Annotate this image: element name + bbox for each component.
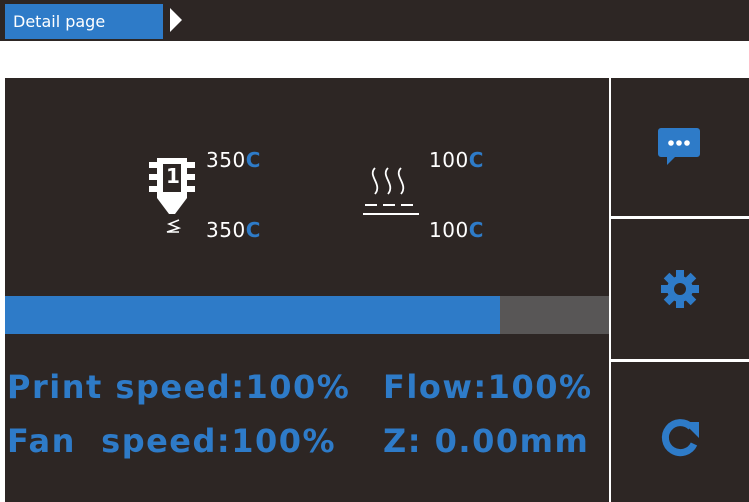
refresh-button[interactable] (611, 362, 749, 502)
fan-speed-label: Fan speed:100% (7, 422, 337, 460)
extruder-target-unit: C (245, 218, 261, 242)
extruder-number: 1 (166, 164, 180, 188)
bed-target-temp: 100C (429, 218, 484, 242)
extruder-target-temp: 350C (206, 218, 261, 242)
bed-current-unit: C (468, 148, 484, 172)
print-progress-fill (5, 296, 501, 334)
z-position-label: Z: 0.00mm (383, 422, 590, 460)
message-button[interactable] (611, 78, 749, 216)
extruder-target-value: 350 (206, 218, 246, 242)
gear-icon (661, 270, 699, 308)
extruder-current-unit: C (245, 148, 261, 172)
settings-button[interactable] (611, 219, 749, 359)
side-toolbar (611, 78, 749, 502)
bed-current-temp: 100C (429, 148, 484, 172)
bed-target-unit: C (468, 218, 484, 242)
print-speed-label: Print speed:100% (7, 368, 351, 406)
extruder-current-value: 350 (206, 148, 246, 172)
flow-label: Flow:100% (383, 368, 593, 406)
message-icon (658, 128, 700, 165)
breadcrumb-arrow-icon (170, 8, 182, 32)
breadcrumb[interactable]: Detail page (5, 4, 163, 39)
bed-target-value: 100 (429, 218, 469, 242)
extruder-current-temp: 350C (206, 148, 261, 172)
refresh-icon (661, 419, 699, 457)
top-bar: Detail page (0, 0, 749, 41)
bed-current-value: 100 (429, 148, 469, 172)
print-progress-bar (5, 296, 609, 334)
status-panel: 1 350C 350C 100C 100C Print speed:100% F… (5, 78, 609, 502)
heated-bed-icon (363, 167, 419, 215)
